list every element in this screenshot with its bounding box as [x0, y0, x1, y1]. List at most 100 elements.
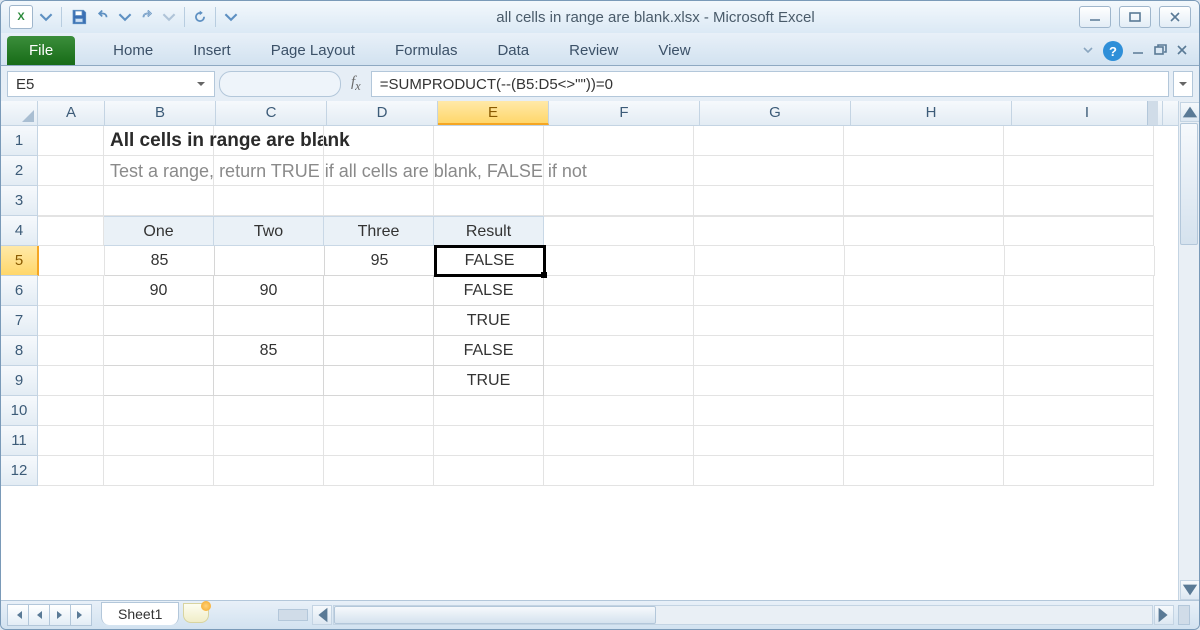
cell-C8[interactable]: 85 [214, 336, 324, 366]
row-header-1[interactable]: 1 [1, 126, 38, 156]
save-icon[interactable] [68, 6, 90, 28]
redo-icon[interactable] [138, 8, 156, 26]
ribbon-minimize-icon[interactable] [1081, 43, 1095, 60]
cell-E8[interactable]: FALSE [434, 336, 544, 366]
cell-B7[interactable] [104, 306, 214, 336]
workbook-minimize-icon[interactable] [1131, 43, 1145, 60]
col-header-H[interactable]: H [851, 101, 1012, 125]
col-header-B[interactable]: B [105, 101, 216, 125]
col-header-A[interactable]: A [38, 101, 105, 125]
new-sheet-icon[interactable] [183, 603, 209, 623]
col-header-F[interactable]: F [549, 101, 700, 125]
cell-D7[interactable] [324, 306, 434, 336]
cell-B6[interactable]: 90 [104, 276, 214, 306]
cell-C7[interactable] [214, 306, 324, 336]
close-button[interactable] [1159, 6, 1191, 28]
row-header-5[interactable]: 5 [1, 246, 39, 276]
cell-B5[interactable]: 85 [105, 246, 215, 276]
scroll-thumb[interactable] [1180, 123, 1198, 245]
qat-dropdown-icon[interactable] [37, 8, 55, 26]
row-header-3[interactable]: 3 [1, 186, 38, 216]
title-cell[interactable]: All cells in range are blank [104, 126, 214, 156]
col-header-D[interactable]: D [327, 101, 438, 125]
tab-formulas[interactable]: Formulas [375, 36, 478, 65]
col-header-E[interactable]: E [438, 101, 549, 125]
row-header-8[interactable]: 8 [1, 336, 38, 366]
col-header-C[interactable]: C [216, 101, 327, 125]
tab-split-handle[interactable] [278, 609, 308, 621]
next-sheet-icon[interactable] [49, 604, 71, 626]
cell-E5-selected[interactable]: FALSE [435, 246, 545, 276]
scroll-track[interactable] [1179, 123, 1199, 579]
row-header-4[interactable]: 4 [1, 216, 38, 246]
title-bar: X all cells in range are blank.xlsx - Mi… [1, 1, 1199, 33]
undo-dropdown-icon[interactable] [116, 8, 134, 26]
workbook-restore-icon[interactable] [1153, 43, 1167, 60]
tab-insert[interactable]: Insert [173, 36, 251, 65]
select-all-corner[interactable] [1, 101, 38, 125]
hscroll-track[interactable] [333, 605, 1153, 625]
undo-icon[interactable] [94, 8, 112, 26]
cell-E9[interactable]: TRUE [434, 366, 544, 396]
cell-D8[interactable] [324, 336, 434, 366]
repeat-icon[interactable] [191, 8, 209, 26]
table-header-three[interactable]: Three [324, 216, 434, 246]
cell-E7[interactable]: TRUE [434, 306, 544, 336]
tab-review[interactable]: Review [549, 36, 638, 65]
minimize-button[interactable] [1079, 6, 1111, 28]
cell-C5[interactable] [215, 246, 325, 276]
last-sheet-icon[interactable] [70, 604, 92, 626]
table-header-result[interactable]: Result [434, 216, 544, 246]
col-header-G[interactable]: G [700, 101, 851, 125]
scroll-down-icon[interactable] [1180, 580, 1200, 600]
tab-data[interactable]: Data [477, 36, 549, 65]
table-header-two[interactable]: Two [214, 216, 324, 246]
row-header-11[interactable]: 11 [1, 426, 38, 456]
col-header-I[interactable]: I [1012, 101, 1163, 125]
split-handle-top[interactable] [1147, 101, 1158, 125]
file-tab[interactable]: File [7, 36, 75, 65]
row-header-9[interactable]: 9 [1, 366, 38, 396]
cell-D5[interactable]: 95 [325, 246, 435, 276]
first-sheet-icon[interactable] [7, 604, 29, 626]
cell-B8[interactable] [104, 336, 214, 366]
tab-home[interactable]: Home [93, 36, 173, 65]
function-buttons[interactable] [219, 71, 341, 97]
excel-icon[interactable]: X [9, 5, 33, 29]
cell-B9[interactable] [104, 366, 214, 396]
redo-dropdown-icon[interactable] [160, 8, 178, 26]
hscroll-thumb[interactable] [334, 606, 656, 624]
row-header-12[interactable]: 12 [1, 456, 38, 486]
row-header-7[interactable]: 7 [1, 306, 38, 336]
cell-D6[interactable] [324, 276, 434, 306]
fill-handle[interactable] [541, 272, 547, 278]
split-handle-right[interactable] [1178, 605, 1190, 625]
cell-E6[interactable]: FALSE [434, 276, 544, 306]
subtitle-cell[interactable]: Test a range, return TRUE if all cells a… [104, 156, 214, 186]
tab-page-layout[interactable]: Page Layout [251, 36, 375, 65]
table-header-one[interactable]: One [104, 216, 214, 246]
scroll-left-icon[interactable] [312, 605, 332, 625]
tab-view[interactable]: View [638, 36, 710, 65]
scroll-up-icon[interactable] [1180, 102, 1200, 122]
cell-C9[interactable] [214, 366, 324, 396]
row-header-2[interactable]: 2 [1, 156, 38, 186]
maximize-button[interactable] [1119, 6, 1151, 28]
qat-customize-icon[interactable] [222, 8, 240, 26]
row-header-10[interactable]: 10 [1, 396, 38, 426]
name-box[interactable]: E5 [7, 71, 215, 97]
cell-D9[interactable] [324, 366, 434, 396]
vertical-scrollbar[interactable] [1178, 101, 1199, 601]
row-header-6[interactable]: 6 [1, 276, 38, 306]
cell-C6[interactable]: 90 [214, 276, 324, 306]
sheet-tab[interactable]: Sheet1 [101, 602, 179, 625]
prev-sheet-icon[interactable] [28, 604, 50, 626]
fx-icon[interactable]: fx [345, 74, 367, 94]
formula-input[interactable]: =SUMPRODUCT(--(B5:D5<>""))=0 [371, 71, 1169, 97]
grid-rows: 1 All cells in range are blank 2 Test a ra… [1, 126, 1178, 486]
scroll-right-icon[interactable] [1154, 605, 1174, 625]
help-icon[interactable]: ? [1103, 41, 1123, 61]
horizontal-scrollbar[interactable] [275, 604, 1193, 626]
formula-expand-icon[interactable] [1173, 71, 1193, 97]
workbook-close-icon[interactable] [1175, 43, 1189, 60]
